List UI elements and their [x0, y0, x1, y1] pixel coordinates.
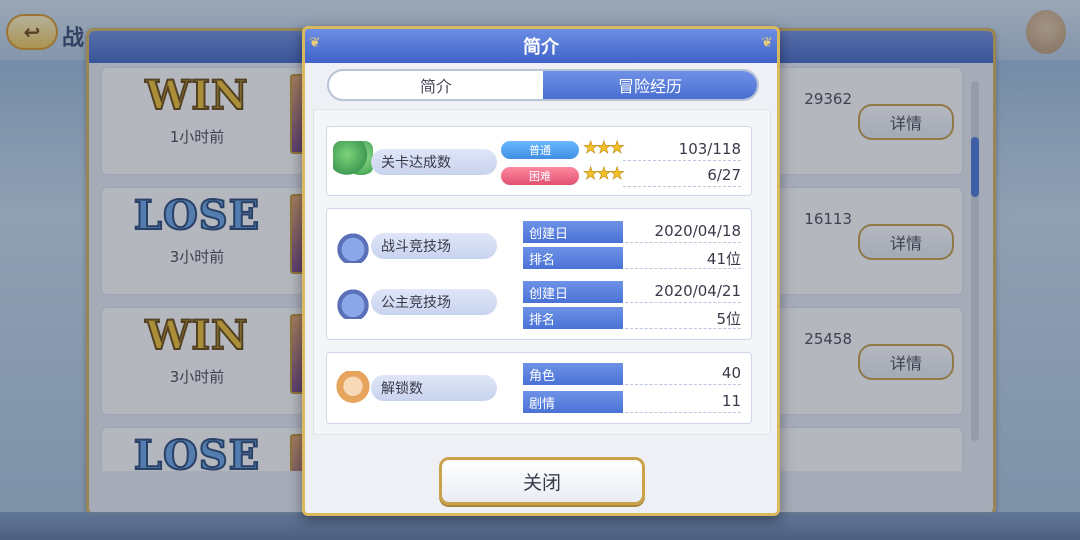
- modal-header: ❦ 简介 ❦: [305, 29, 777, 63]
- star-rating-icon: ★★★: [583, 164, 625, 185]
- divider: [625, 268, 741, 269]
- star-rating-icon: ★★★: [583, 138, 625, 159]
- story-label: 剧情: [523, 391, 623, 413]
- close-button[interactable]: 关闭: [439, 457, 645, 505]
- divider: [625, 242, 741, 243]
- hard-badge: 困难: [501, 167, 579, 185]
- modal-title: 简介: [523, 37, 559, 58]
- battle-arena-label: 战斗竞技场: [371, 233, 497, 259]
- story-count: 11: [721, 392, 741, 410]
- arena-card: 战斗竞技场 创建日 2020/04/18 排名 41位 公主竞技场 创建日 20…: [326, 208, 752, 340]
- princess-arena-created-date: 2020/04/21: [654, 282, 741, 300]
- normal-badge: 普通: [501, 141, 579, 159]
- corner-ornament-icon: ❦: [309, 35, 321, 51]
- tab-adventure[interactable]: 冒险经历: [543, 71, 757, 99]
- divider: [625, 412, 741, 413]
- corner-ornament-icon: ❦: [761, 35, 773, 51]
- unlocks-card: 解锁数 角色 40 剧情 11: [326, 352, 752, 424]
- quest-clear-label: 关卡达成数: [371, 149, 497, 175]
- created-date-label: 创建日: [523, 221, 623, 243]
- rank-label: 排名: [523, 247, 623, 269]
- character-icon: [333, 371, 373, 405]
- battle-arena-created-date: 2020/04/18: [654, 222, 741, 240]
- adventure-content[interactable]: 关卡达成数 普通 ★★★ 103/118 困难 ★★★ 6/27 战斗竞技场 创…: [313, 109, 771, 435]
- divider: [625, 384, 741, 385]
- divider: [623, 186, 741, 187]
- character-label: 角色: [523, 363, 623, 385]
- arena-icon: [333, 285, 373, 319]
- divider: [623, 160, 741, 161]
- arena-icon: [333, 229, 373, 263]
- rank-label: 排名: [523, 307, 623, 329]
- princess-arena-label: 公主竞技场: [371, 289, 497, 315]
- divider: [625, 302, 741, 303]
- normal-clear-count: 103/118: [678, 140, 741, 158]
- character-count: 40: [721, 364, 741, 382]
- created-date-label: 创建日: [523, 281, 623, 303]
- profile-modal: ❦ 简介 ❦ 简介 冒险经历 关卡达成数 普通 ★★★ 103/118 困难 ★…: [302, 26, 780, 516]
- hard-clear-count: 6/27: [707, 166, 741, 184]
- unlocks-label: 解锁数: [371, 375, 497, 401]
- quest-clear-card: 关卡达成数 普通 ★★★ 103/118 困难 ★★★ 6/27: [326, 126, 752, 196]
- divider: [625, 328, 741, 329]
- battle-arena-rank: 41位: [706, 250, 741, 268]
- tab-bar: 简介 冒险经历: [327, 69, 759, 101]
- tab-profile[interactable]: 简介: [329, 71, 543, 99]
- princess-arena-rank: 5位: [716, 310, 741, 328]
- tree-icon: [333, 141, 373, 175]
